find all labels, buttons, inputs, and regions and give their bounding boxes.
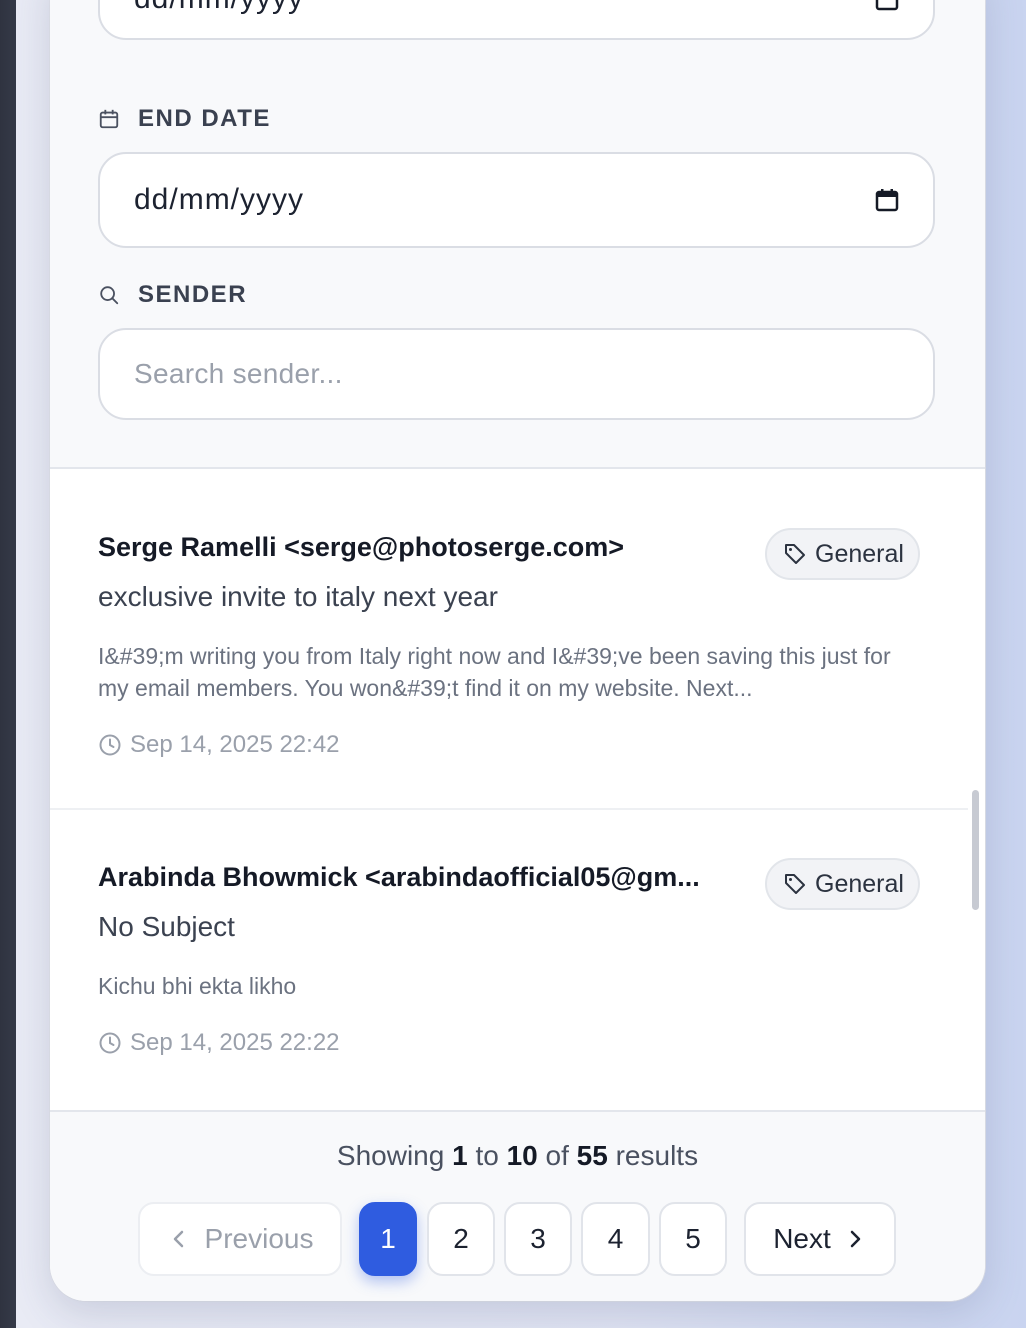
start-date-input[interactable]: dd/mm/yyyy (98, 0, 935, 40)
tag-icon (785, 874, 805, 894)
chevron-right-icon (850, 1230, 861, 1248)
results-summary: Showing 1 to 10 of 55 results (50, 1140, 985, 1172)
start-date-value: dd/mm/yyyy (134, 0, 875, 16)
email-panel: dd/mm/yyyy END DATE dd/mm/yyyy (50, 0, 985, 1301)
page-button-2[interactable]: 2 (427, 1202, 495, 1276)
sender-search-input[interactable]: Search sender... (98, 328, 935, 420)
tag-icon (785, 544, 805, 564)
category-tag[interactable]: General (765, 858, 920, 910)
chevron-left-icon (173, 1230, 183, 1248)
next-label: Next (773, 1223, 831, 1254)
pagination-footer: Showing 1 to 10 of 55 results Previous 1… (50, 1110, 985, 1301)
category-tag-label: General (815, 539, 904, 568)
email-timestamp-text: Sep 14, 2025 22:42 (130, 731, 340, 758)
sender-search-placeholder: Search sender... (134, 358, 343, 389)
page-button-3[interactable]: 3 (504, 1202, 572, 1276)
end-date-input[interactable]: dd/mm/yyyy (98, 152, 935, 248)
search-icon (100, 286, 119, 305)
email-sender: Arabinda Bhowmick <arabindaofficial05@gm… (98, 862, 700, 892)
email-snippet: I&#39;m writing you from Italy right now… (98, 643, 891, 701)
page-button-4[interactable]: 4 (581, 1202, 650, 1276)
end-date-label: END DATE (98, 105, 271, 133)
email-timestamp: Sep 14, 2025 22:22 (98, 1029, 340, 1057)
end-date-label-text: END DATE (138, 105, 271, 132)
results-of-word: of (545, 1140, 569, 1171)
filters-section: dd/mm/yyyy END DATE dd/mm/yyyy (50, 0, 985, 469)
category-tag[interactable]: General (765, 528, 920, 580)
results-to-word: to (475, 1140, 499, 1171)
email-sender: Serge Ramelli <serge@photoserge.com> (98, 532, 625, 562)
list-item[interactable]: Arabinda Bhowmick <arabindaofficial05@gm… (50, 810, 968, 1110)
previous-label: Previous (204, 1223, 314, 1254)
email-list: Serge Ramelli <serge@photoserge.com> exc… (50, 480, 968, 1110)
sender-label: SENDER (98, 281, 247, 309)
end-date-value: dd/mm/yyyy (134, 183, 305, 216)
page-button-1[interactable]: 1 (359, 1202, 417, 1276)
results-suffix: results (615, 1140, 699, 1171)
next-button[interactable]: Next (744, 1202, 896, 1276)
sender-label-text: SENDER (138, 281, 248, 308)
page-number: 5 (685, 1223, 701, 1254)
page-number: 3 (530, 1223, 546, 1254)
calendar-icon (99, 109, 119, 129)
page-number: 4 (607, 1223, 624, 1254)
previous-button[interactable]: Previous (138, 1202, 342, 1276)
email-timestamp-text: Sep 14, 2025 22:22 (130, 1029, 340, 1056)
clock-icon (99, 1032, 121, 1054)
email-timestamp: Sep 14, 2025 22:42 (98, 731, 340, 759)
page-number: 1 (380, 1223, 396, 1254)
results-from: 1 (452, 1140, 468, 1171)
results-total: 55 (576, 1140, 608, 1171)
calendar-icon[interactable] (875, 0, 899, 11)
page-button-5[interactable]: 5 (659, 1202, 727, 1276)
page-number: 2 (453, 1223, 469, 1254)
calendar-icon[interactable] (875, 188, 899, 212)
results-prefix: Showing (336, 1140, 445, 1171)
email-subject: exclusive invite to italy next year (98, 581, 498, 612)
email-snippet: Kichu bhi ekta likho (98, 973, 297, 999)
list-scrollbar[interactable] (972, 790, 979, 910)
email-subject: No Subject (98, 911, 235, 942)
category-tag-label: General (815, 869, 904, 898)
list-item[interactable]: Serge Ramelli <serge@photoserge.com> exc… (50, 480, 968, 810)
clock-icon (99, 734, 121, 756)
results-to: 10 (506, 1140, 538, 1171)
